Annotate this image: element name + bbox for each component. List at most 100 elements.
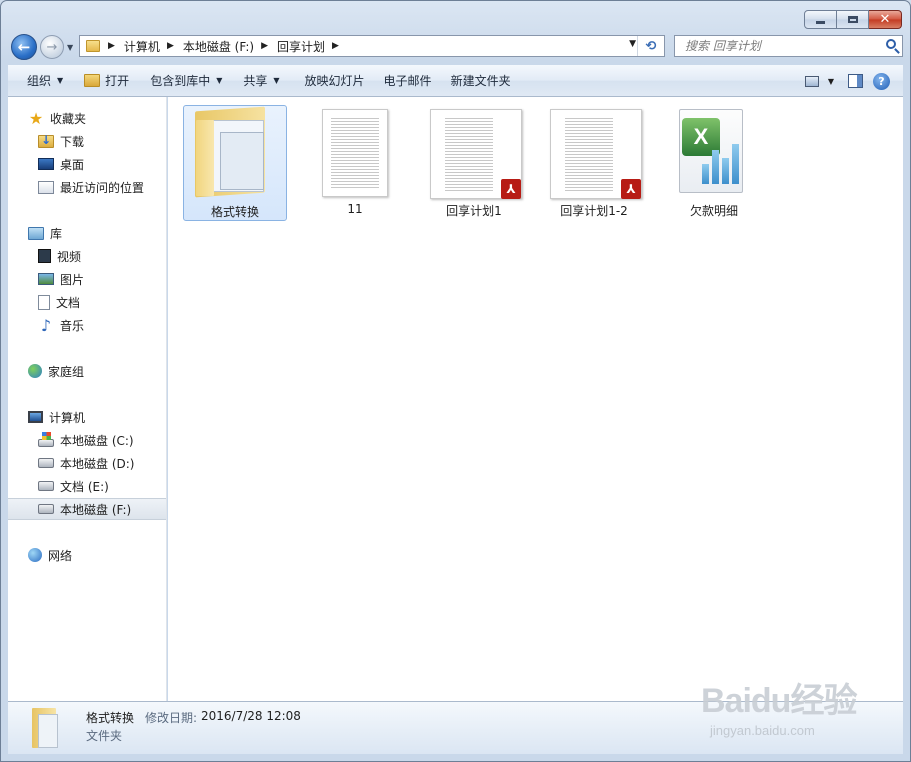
organize-menu[interactable]: 组织 ▼ (8, 68, 72, 94)
nav-label: 文档 (E:) (60, 479, 109, 494)
homegroup-icon (28, 364, 42, 378)
hard-drive-icon (38, 458, 54, 468)
details-modified-label: 修改日期: (145, 711, 198, 725)
search-box[interactable] (674, 35, 903, 57)
nav-label: 库 (50, 226, 63, 241)
library-icon (28, 226, 44, 240)
nav-pictures[interactable]: 图片 (8, 268, 166, 290)
file-name: 欠款明细 (689, 204, 738, 218)
new-folder-label: 新建文件夹 (450, 74, 511, 88)
refresh-button[interactable]: ⟲ (637, 36, 664, 56)
nav-label: 下载 (60, 134, 85, 149)
search-icon[interactable] (886, 39, 896, 49)
baidu-watermark: Baidu经验 (701, 682, 857, 720)
nav-label: 计算机 (49, 410, 86, 425)
maximize-button[interactable] (837, 10, 869, 29)
nav-favorites[interactable]: ★ 收藏夹 (8, 107, 166, 129)
system-drive-icon (38, 432, 54, 447)
back-button[interactable]: ← (11, 34, 37, 60)
search-input[interactable] (683, 38, 877, 54)
nav-videos[interactable]: 视频 (8, 245, 166, 267)
downloads-folder-icon (38, 133, 54, 148)
address-history-dropdown[interactable]: ▼ (629, 39, 636, 49)
nav-drive-e[interactable]: 文档 (E:) (8, 475, 166, 497)
forward-button[interactable]: → (40, 35, 64, 59)
breadcrumb-current-folder[interactable]: 回享计划 (274, 36, 328, 56)
computer-icon (28, 411, 43, 423)
file-name: 回享计划1-2 (560, 204, 628, 218)
breadcrumb-drive-f[interactable]: 本地磁盘 (F:) (180, 36, 257, 56)
minimize-button[interactable] (804, 10, 837, 29)
help-icon[interactable]: ? (873, 72, 890, 90)
nav-music[interactable]: ♪ 音乐 (8, 314, 166, 336)
desktop-icon (38, 158, 54, 170)
maximize-icon (847, 16, 858, 23)
navigation-pane: ★ 收藏夹 下载 桌面 最近访问的位置 库 视频 图片 文档 ♪ 音乐 家庭组 (8, 97, 167, 701)
chevron-right-icon[interactable]: ▶ (167, 41, 174, 51)
nav-computer[interactable]: 计算机 (8, 406, 166, 428)
email-button[interactable]: 电子邮件 (374, 68, 441, 94)
nav-label: 家庭组 (48, 364, 85, 379)
excel-icon: X (679, 109, 743, 193)
nav-downloads[interactable]: 下载 (8, 130, 166, 152)
share-menu[interactable]: 共享 ▼ (231, 68, 288, 94)
nav-network[interactable]: 网络 (8, 544, 166, 566)
address-bar[interactable]: ▶ 计算机 ▶ 本地磁盘 (F:) ▶ 回享计划 ▶ ▼ ⟲ (79, 35, 665, 57)
caret-down-icon: ▼ (216, 76, 223, 85)
details-item-type: 文件夹 (86, 729, 123, 743)
minimize-icon (816, 21, 825, 24)
file-item-pdf[interactable]: ⅄ 回享计划1-2 (542, 105, 646, 221)
email-label: 电子邮件 (383, 74, 432, 88)
breadcrumb-computer[interactable]: 计算机 (121, 36, 163, 56)
file-item-document[interactable]: 11 (303, 105, 407, 221)
document-icon (38, 294, 50, 310)
slideshow-label: 放映幻灯片 (304, 74, 365, 88)
watermark-url: jingyan.baidu.com (710, 723, 815, 738)
file-list: 格式转换 11 ⅄ 回享计划1 ⅄ 回享计划1-2 X 欠款明细 (168, 97, 903, 701)
organize-label: 组织 (27, 74, 52, 88)
file-item-pdf[interactable]: ⅄ 回享计划1 (422, 105, 526, 221)
nav-drive-f[interactable]: 本地磁盘 (F:) (8, 498, 166, 520)
change-view-icon[interactable] (804, 75, 819, 87)
nav-label: 本地磁盘 (C:) (60, 433, 134, 448)
folder-icon (29, 706, 59, 750)
open-button[interactable]: 打开 (72, 68, 138, 94)
nav-libraries[interactable]: 库 (8, 222, 166, 244)
preview-pane-icon[interactable] (848, 74, 863, 88)
file-item-folder[interactable]: 格式转换 (183, 105, 287, 221)
pdf-icon: ⅄ (501, 179, 521, 199)
nav-drive-d[interactable]: 本地磁盘 (D:) (8, 452, 166, 474)
file-name: 11 (347, 202, 363, 216)
recent-pages-button[interactable]: ▼ (67, 43, 73, 52)
file-name: 格式转换 (210, 205, 259, 219)
details-item-name: 格式转换 (86, 711, 135, 725)
chevron-right-icon[interactable]: ▶ (108, 41, 115, 51)
hard-drive-icon (38, 481, 54, 491)
view-options-dropdown[interactable]: ▼ (828, 77, 834, 86)
nav-homegroup[interactable]: 家庭组 (8, 360, 166, 382)
chevron-right-icon[interactable]: ▶ (332, 41, 339, 51)
pdf-icon: ⅄ (621, 179, 641, 199)
caption-buttons: ✕ (804, 10, 902, 29)
file-item-excel[interactable]: X 欠款明细 (662, 105, 766, 221)
pictures-icon (38, 273, 54, 285)
nav-drive-c[interactable]: 本地磁盘 (C:) (8, 429, 166, 451)
nav-desktop[interactable]: 桌面 (8, 153, 166, 175)
close-button[interactable]: ✕ (869, 10, 902, 29)
network-icon (28, 548, 42, 562)
document-thumbnail (322, 109, 388, 197)
include-in-library-menu[interactable]: 包含到库中 ▼ (138, 68, 231, 94)
nav-label: 收藏夹 (50, 111, 87, 126)
nav-recent-places[interactable]: 最近访问的位置 (8, 176, 166, 198)
new-folder-button[interactable]: 新建文件夹 (441, 68, 520, 94)
nav-label: 最近访问的位置 (60, 180, 145, 195)
nav-label: 本地磁盘 (F:) (60, 502, 132, 517)
caret-down-icon: ▼ (273, 76, 280, 85)
slideshow-button[interactable]: 放映幻灯片 (289, 68, 374, 94)
chevron-right-icon[interactable]: ▶ (261, 41, 268, 51)
music-note-icon: ♪ (40, 315, 52, 335)
recent-places-icon (38, 180, 54, 194)
nav-documents[interactable]: 文档 (8, 291, 166, 313)
folder-icon (86, 40, 100, 52)
view-controls: ▼ ? (804, 65, 903, 97)
